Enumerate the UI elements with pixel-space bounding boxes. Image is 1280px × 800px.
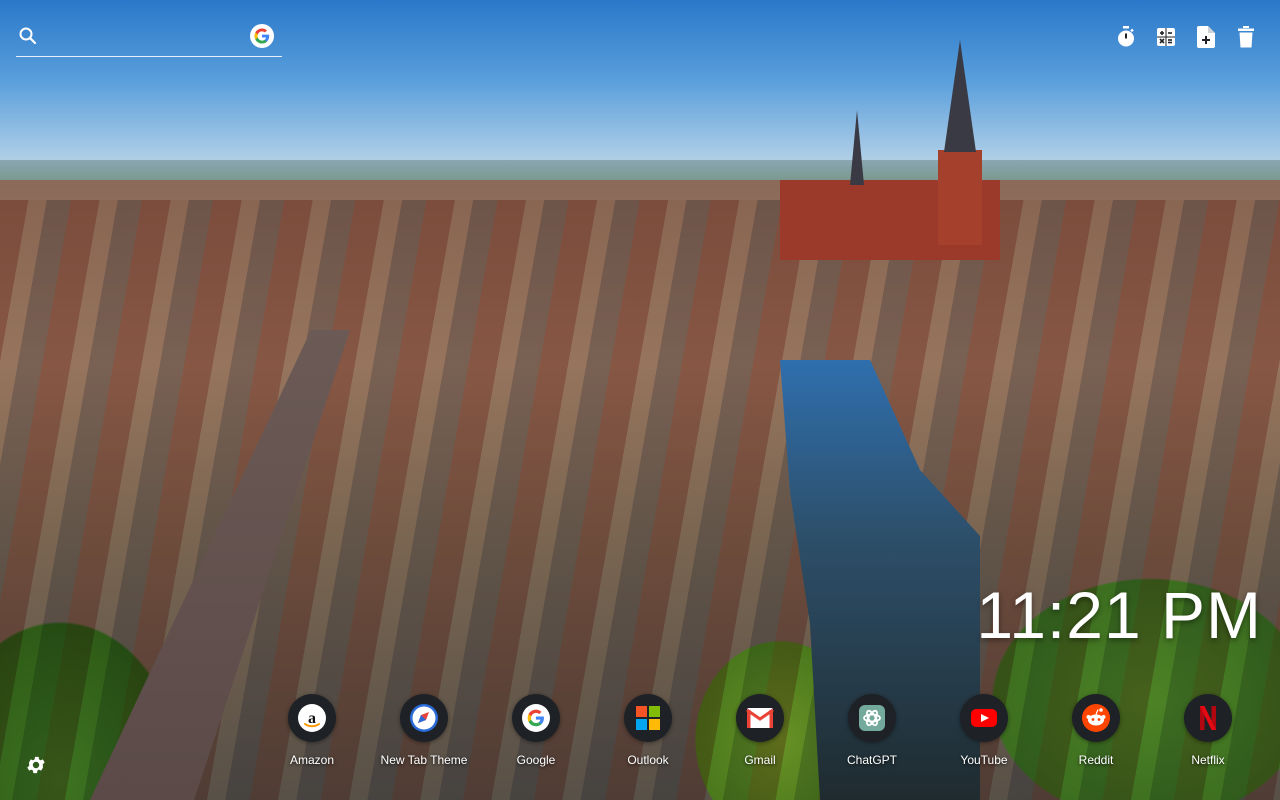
gmail-icon[interactable] — [736, 694, 784, 742]
shortcut-reddit[interactable]: Reddit — [1040, 694, 1152, 767]
shortcut-label: Gmail — [744, 753, 776, 767]
netflix-icon[interactable] — [1184, 694, 1232, 742]
microsoft-icon[interactable] — [624, 694, 672, 742]
shortcut-outlook[interactable]: Outlook — [592, 694, 704, 767]
toolbar — [1116, 26, 1256, 48]
gear-icon[interactable] — [25, 754, 47, 776]
calculator-icon[interactable] — [1156, 26, 1176, 48]
clock: 11:21 PM — [976, 578, 1262, 652]
shortcut-chatgpt[interactable]: ChatGPT — [816, 694, 928, 767]
trash-icon[interactable] — [1236, 26, 1256, 48]
search-icon[interactable] — [18, 26, 38, 46]
shortcut-amazon[interactable]: a Amazon — [256, 694, 368, 767]
reddit-icon[interactable] — [1072, 694, 1120, 742]
shortcut-label: Google — [516, 753, 556, 767]
file-plus-icon[interactable] — [1196, 26, 1216, 48]
compass-icon[interactable] — [400, 694, 448, 742]
shortcut-label: ChatGPT — [846, 753, 897, 767]
shortcut-label: Netflix — [1191, 753, 1225, 767]
shortcut-label: Outlook — [627, 753, 669, 767]
shortcut-youtube[interactable]: YouTube — [928, 694, 1040, 767]
shortcut-label: Amazon — [289, 753, 335, 767]
google-icon[interactable] — [250, 24, 274, 48]
shortcut-new-tab-theme[interactable]: New Tab Theme — [368, 694, 480, 767]
shortcut-label: Reddit — [1078, 753, 1114, 767]
amazon-icon[interactable]: a — [288, 694, 336, 742]
shortcut-label: New Tab Theme — [380, 753, 468, 767]
search-bar — [16, 22, 282, 57]
shortcut-gmail[interactable]: Gmail — [704, 694, 816, 767]
youtube-icon[interactable] — [960, 694, 1008, 742]
svg-text:a: a — [308, 710, 316, 727]
shortcut-netflix[interactable]: Netflix — [1152, 694, 1264, 767]
stopwatch-icon[interactable] — [1116, 26, 1136, 48]
shortcut-google[interactable]: Google — [480, 694, 592, 767]
background-wallpaper — [0, 0, 1280, 800]
search-input[interactable] — [48, 24, 252, 52]
chatgpt-icon[interactable] — [848, 694, 896, 742]
cathedral-tower — [938, 150, 982, 245]
shortcut-label: YouTube — [960, 753, 1008, 767]
google-icon[interactable] — [512, 694, 560, 742]
shortcut-bar: a Amazon New Tab Theme Google Outlook Gm… — [256, 694, 1264, 767]
